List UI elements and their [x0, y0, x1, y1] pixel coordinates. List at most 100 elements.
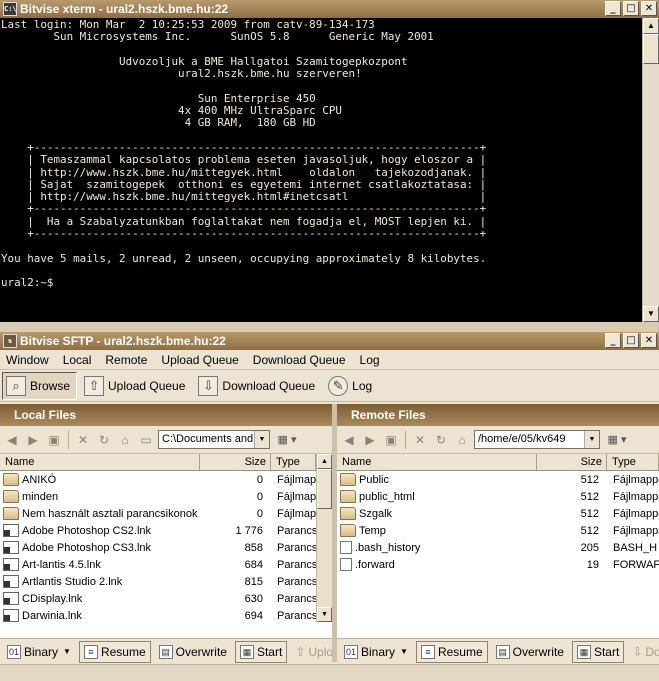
menu-log[interactable]: Log	[360, 353, 380, 367]
view-mode-icon[interactable]: ▦ ▾	[603, 430, 631, 449]
file-type: Fájlmap	[277, 507, 316, 520]
file-row[interactable]: minden 0 Fájlmap	[0, 488, 332, 505]
file-size: 858	[244, 541, 263, 554]
upload-queue-button[interactable]: ⇧ Upload Queue	[81, 372, 191, 400]
chevron-down-icon[interactable]: ▼	[254, 431, 269, 448]
menu-download-queue[interactable]: Download Queue	[253, 353, 346, 367]
resume-icon: ≡	[420, 644, 435, 659]
download-queue-button[interactable]: ⇩ Download Queue	[195, 372, 321, 400]
binary-mode-dropdown[interactable]: 01 Binary ▼	[3, 641, 75, 663]
file-row[interactable]: Art-lantis 4.5.lnk 684 Parancs	[0, 556, 332, 573]
file-row[interactable]: Adobe Photoshop CS3.lnk 858 Parancs	[0, 539, 332, 556]
home-icon[interactable]: ⌂	[453, 431, 471, 449]
file-row[interactable]: ANIKÓ 0 Fájlmap	[0, 471, 332, 488]
scroll-thumb[interactable]	[317, 469, 332, 509]
shortcut-icon	[3, 575, 19, 588]
shortcut-icon	[3, 592, 19, 605]
file-size: 630	[244, 592, 263, 605]
scroll-up-arrow-icon[interactable]: ▲	[643, 18, 659, 34]
terminal-output[interactable]: Last login: Mon Mar 2 10:25:53 2009 from…	[0, 18, 642, 322]
back-arrow-icon[interactable]: ◀	[3, 431, 21, 449]
column-name[interactable]: Name	[0, 454, 200, 470]
upload-button[interactable]: ⇧ Upload	[291, 641, 332, 663]
file-name-cell: Adobe Photoshop CS3.lnk	[0, 541, 200, 554]
xterm-titlebar[interactable]: C:\ Bitvise xterm - ural2.hszk.bme.hu:22…	[0, 0, 659, 18]
view-mode-icon[interactable]: ▦ ▾	[273, 430, 301, 449]
folder-up-icon[interactable]: ▭	[137, 431, 155, 449]
file-type: Fájlmap	[277, 473, 316, 486]
column-size[interactable]: Size	[200, 454, 271, 470]
refresh-icon[interactable]: ↻	[95, 431, 113, 449]
file-row[interactable]: Darwinia.lnk 694 Parancs	[0, 607, 332, 624]
file-name: Nem használt asztali parancsikonok	[22, 507, 198, 520]
sftp-titlebar[interactable]: ⇅ Bitvise SFTP - ural2.hszk.bme.hu:22 _ …	[0, 332, 659, 350]
delete-icon[interactable]: ✕	[74, 431, 92, 449]
drive-icon[interactable]: ▣	[382, 431, 400, 449]
file-name: .forward	[355, 558, 395, 571]
file-row[interactable]: CDisplay.lnk 630 Parancs	[0, 590, 332, 607]
file-row[interactable]: Temp 512 Fájlmappa	[337, 522, 659, 539]
scroll-thumb[interactable]	[643, 34, 659, 64]
file-name: Artlantis Studio 2.lnk	[22, 575, 123, 588]
browse-button[interactable]: ⌕ Browse	[2, 371, 78, 400]
local-column-headers: Name Size Type	[0, 454, 332, 471]
download-button[interactable]: ⇩ Dow	[628, 641, 659, 663]
delete-icon[interactable]: ✕	[411, 431, 429, 449]
remote-file-list: Public 512 Fájlmappa public_html 512 Fájlmapp…	[337, 471, 659, 573]
shortcut-icon	[3, 558, 19, 571]
file-row[interactable]: Adobe Photoshop CS2.lnk 1 776 Parancs	[0, 522, 332, 539]
forward-arrow-icon[interactable]: ▶	[24, 431, 42, 449]
maximize-button[interactable]: □	[623, 333, 639, 348]
column-type[interactable]: Type	[607, 454, 659, 470]
file-type: Fájlmappa	[613, 490, 659, 503]
file-row[interactable]: .bash_history 205 BASH_H	[337, 539, 659, 556]
minimize-button[interactable]: _	[605, 333, 621, 348]
back-arrow-icon[interactable]: ◀	[340, 431, 358, 449]
file-row[interactable]: Public 512 Fájlmappa	[337, 471, 659, 488]
menu-remote[interactable]: Remote	[105, 353, 147, 367]
start-upload-button[interactable]: ▦ Start	[234, 640, 288, 663]
download-arrow-icon: ⇩	[198, 375, 219, 396]
local-path-combobox[interactable]: C:\Documents and ▼	[158, 430, 270, 449]
file-size: 0	[256, 490, 263, 503]
column-size[interactable]: Size	[537, 454, 607, 470]
column-type[interactable]: Type	[271, 454, 316, 470]
file-row[interactable]: .forward 19 FORWAF	[337, 556, 659, 573]
close-button[interactable]: ✕	[641, 333, 657, 348]
minimize-button[interactable]: _	[605, 1, 621, 16]
file-row[interactable]: Szgalk 512 Fájlmappa	[337, 505, 659, 522]
file-size: 0	[256, 473, 263, 486]
file-type: Parancs	[277, 541, 316, 554]
drive-icon[interactable]: ▣	[45, 431, 63, 449]
forward-arrow-icon[interactable]: ▶	[361, 431, 379, 449]
overwrite-button[interactable]: ▤ Overwrite	[492, 641, 568, 663]
overwrite-button[interactable]: ▤ Overwrite	[155, 641, 231, 663]
column-name[interactable]: Name	[337, 454, 537, 470]
file-row[interactable]: public_html 512 Fájlmappa	[337, 488, 659, 505]
shortcut-icon	[3, 609, 19, 622]
terminal-scrollbar[interactable]: ▲ ▼	[642, 18, 659, 322]
start-download-button[interactable]: ▦ Start	[571, 640, 625, 663]
menu-upload-queue[interactable]: Upload Queue	[161, 353, 238, 367]
close-button[interactable]: ✕	[641, 1, 657, 16]
scroll-down-arrow-icon[interactable]: ▼	[317, 607, 332, 622]
shortcut-icon	[3, 541, 19, 554]
maximize-button[interactable]: □	[623, 1, 639, 16]
log-button[interactable]: ✎ Log	[325, 372, 378, 400]
home-icon[interactable]: ⌂	[116, 431, 134, 449]
file-row[interactable]: Nem használt asztali parancsikonok 0 Fájlm…	[0, 505, 332, 522]
resume-button[interactable]: ≡ Resume	[415, 640, 488, 663]
menu-local[interactable]: Local	[63, 353, 92, 367]
binary-mode-dropdown[interactable]: 01 Binary ▼	[340, 641, 412, 663]
scroll-down-arrow-icon[interactable]: ▼	[643, 306, 659, 322]
local-list-scrollbar[interactable]: ▲ ▼	[316, 454, 332, 622]
menu-window[interactable]: Window	[6, 353, 49, 367]
chevron-down-icon[interactable]: ▼	[584, 431, 599, 448]
refresh-icon[interactable]: ↻	[432, 431, 450, 449]
resume-button[interactable]: ≡ Resume	[78, 640, 151, 663]
toolbar-separator	[68, 430, 69, 449]
file-row[interactable]: Artlantis Studio 2.lnk 815 Parancs	[0, 573, 332, 590]
scroll-up-arrow-icon[interactable]: ▲	[317, 454, 332, 469]
remote-path-combobox[interactable]: /home/e/05/kv649 ▼	[474, 430, 600, 449]
